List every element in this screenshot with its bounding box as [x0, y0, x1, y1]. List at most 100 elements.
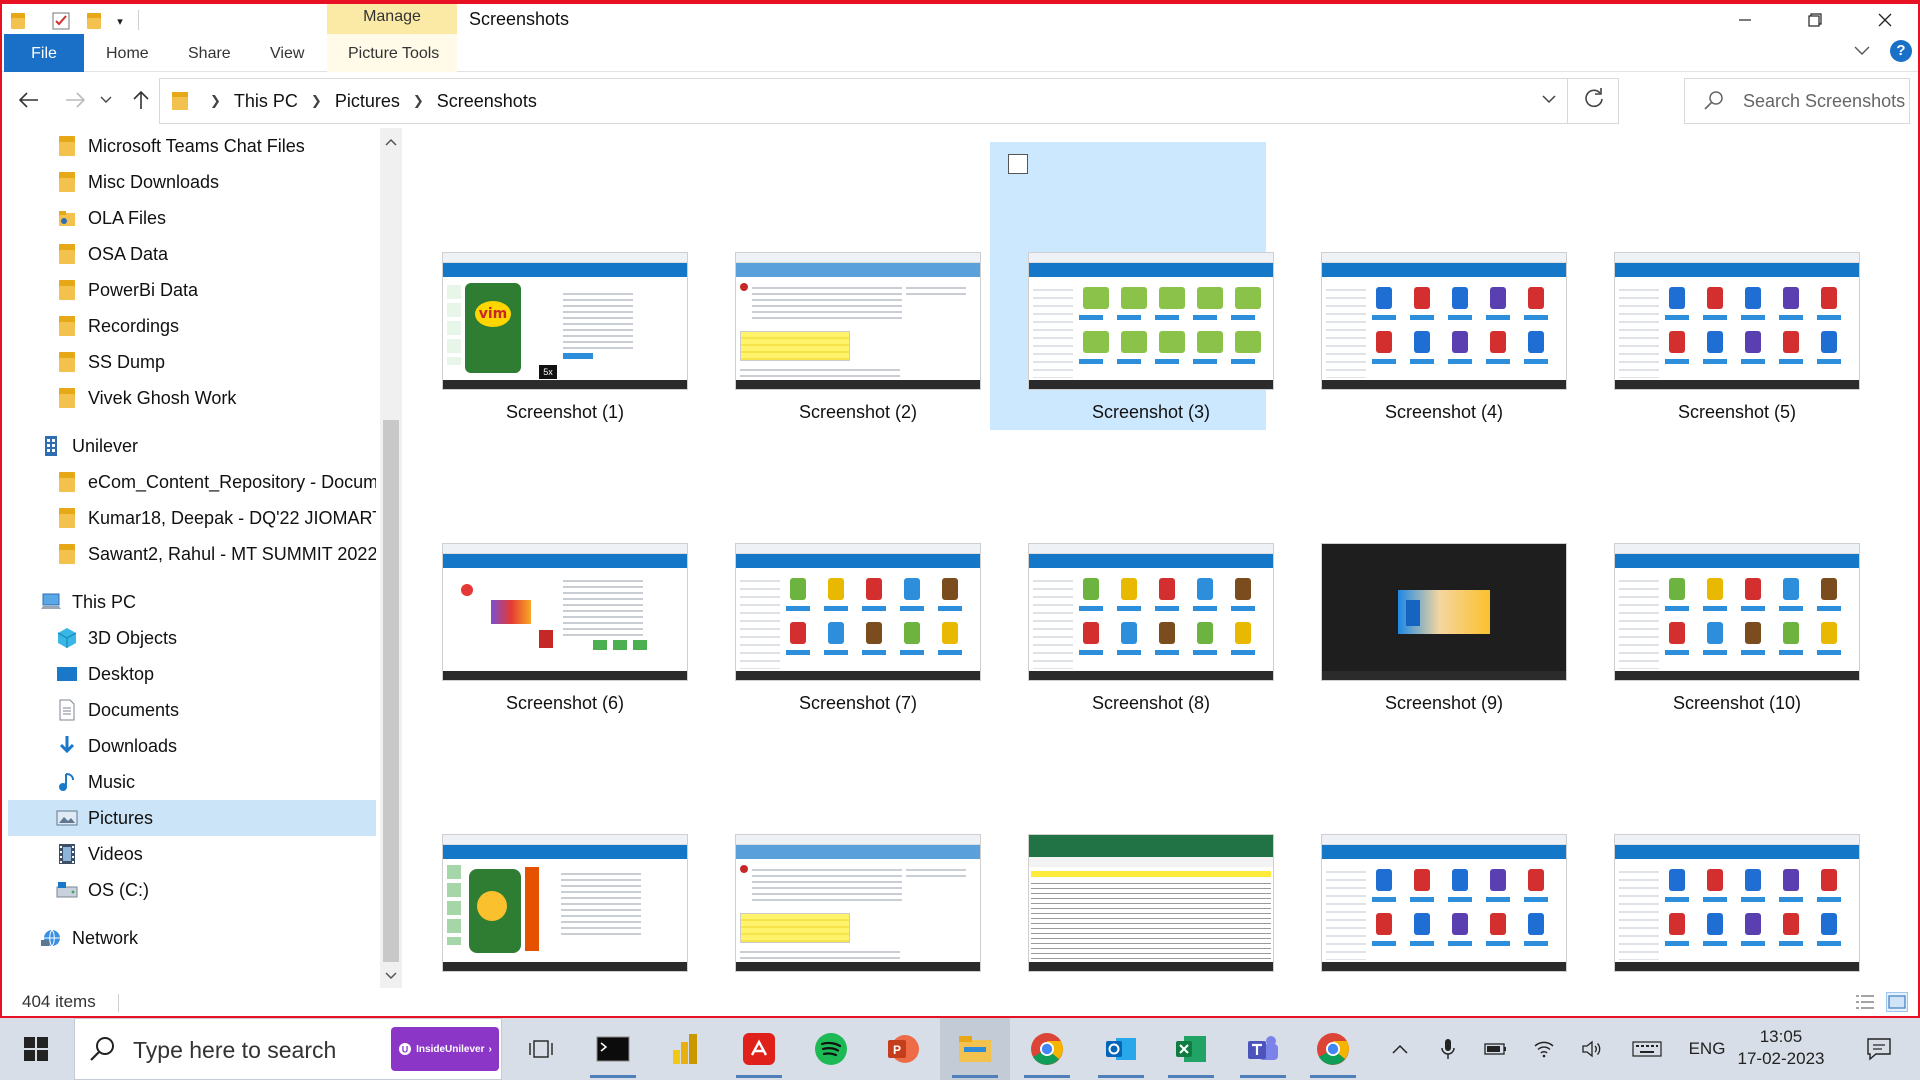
nav-item-osa-data[interactable]: OSA Data [8, 236, 376, 272]
file-name[interactable]: Screenshot (4) [1321, 402, 1567, 423]
chevron-right-icon[interactable]: ❯ [413, 93, 424, 109]
microphone-icon[interactable] [1424, 1018, 1472, 1080]
terminal-icon[interactable] [578, 1018, 648, 1080]
nav-item-microsoft-teams-chat-files[interactable]: Microsoft Teams Chat Files [8, 128, 376, 164]
new-folder-icon[interactable] [84, 8, 104, 34]
nav-item-powerbi-data[interactable]: PowerBi Data [8, 272, 376, 308]
file-tile[interactable]: Screenshot (6) [404, 433, 688, 721]
tab-home[interactable]: Home [106, 34, 149, 72]
file-explorer-icon[interactable] [940, 1018, 1010, 1080]
tab-manage[interactable]: Manage [327, 4, 457, 34]
file-name[interactable]: Screenshot (9) [1321, 693, 1567, 714]
file-tile[interactable]: Screenshot (2) [697, 142, 981, 430]
excel-icon[interactable] [1156, 1018, 1226, 1080]
keyboard-icon[interactable] [1616, 1018, 1678, 1080]
nav-item-documents[interactable]: Documents [8, 692, 376, 728]
outlook-icon[interactable] [1086, 1018, 1156, 1080]
breadcrumb-screenshots[interactable]: Screenshots [437, 91, 537, 112]
file-name[interactable]: Screenshot (2) [735, 402, 981, 423]
clock[interactable]: 13:05 17-02-2023 [1716, 1026, 1846, 1070]
file-name[interactable]: Screenshot (1) [442, 402, 688, 423]
taskbar-search[interactable]: Type here to search U InsideUnilever › [74, 1018, 502, 1080]
recent-locations-button[interactable] [96, 84, 116, 116]
spotify-icon[interactable] [796, 1018, 866, 1080]
minimize-button[interactable] [1710, 4, 1780, 36]
customize-toolbar-icon[interactable]: ▾ [110, 8, 130, 34]
nav-item-this-pc[interactable]: This PC [8, 584, 376, 620]
file-tile[interactable] [404, 724, 688, 988]
scrollbar-thumb[interactable] [383, 420, 399, 962]
breadcrumb-this-pc[interactable]: This PC [234, 91, 298, 112]
nav-item-ecom-content-repository-documents[interactable]: eCom_Content_Repository - Documents [8, 464, 376, 500]
file-tile[interactable]: vim 5x Screenshot (1) [404, 142, 688, 430]
teams-icon[interactable] [1228, 1018, 1298, 1080]
nav-item-ss-dump[interactable]: SS Dump [8, 344, 376, 380]
nav-item-recordings[interactable]: Recordings [8, 308, 376, 344]
nav-item-3d-objects[interactable]: 3D Objects [8, 620, 376, 656]
chevron-right-icon[interactable]: ❯ [210, 93, 221, 109]
notifications-icon[interactable] [1846, 1018, 1912, 1080]
nav-item-pictures[interactable]: Pictures [8, 800, 376, 836]
address-bar[interactable]: ❯ This PC ❯ Pictures ❯ Screenshots [159, 78, 1619, 124]
chevron-right-icon[interactable]: ❯ [311, 93, 322, 109]
nav-item-desktop[interactable]: Desktop [8, 656, 376, 692]
file-name[interactable]: Screenshot (7) [735, 693, 981, 714]
file-tile[interactable] [1283, 724, 1567, 988]
restore-button[interactable] [1780, 4, 1850, 36]
nav-item-misc-downloads[interactable]: Misc Downloads [8, 164, 376, 200]
chevron-up-icon[interactable] [1376, 1018, 1424, 1080]
search-box[interactable]: Search Screenshots [1684, 78, 1910, 124]
back-button[interactable] [14, 84, 44, 116]
file-tile[interactable] [1576, 724, 1860, 988]
nav-item-videos[interactable]: Videos [8, 836, 376, 872]
refresh-icon[interactable] [1584, 87, 1604, 115]
up-button[interactable] [126, 84, 156, 116]
details-view-icon[interactable] [1854, 992, 1876, 1012]
file-tile[interactable]: Screenshot (4) [1283, 142, 1567, 430]
volume-icon[interactable] [1568, 1018, 1616, 1080]
file-tile[interactable] [697, 724, 981, 988]
start-button[interactable] [0, 1018, 72, 1080]
inside-unilever-badge[interactable]: U InsideUnilever › [391, 1027, 499, 1071]
powerbi-icon[interactable] [650, 1018, 720, 1080]
nav-item-unilever[interactable]: Unilever [8, 428, 376, 464]
powerpoint-icon[interactable]: P [868, 1018, 938, 1080]
breadcrumb-pictures[interactable]: Pictures [335, 91, 400, 112]
expand-ribbon-icon[interactable] [1854, 46, 1870, 56]
nav-item-ola-files[interactable]: OLA Files [8, 200, 376, 236]
file-name[interactable]: Screenshot (8) [1028, 693, 1274, 714]
file-name[interactable]: Screenshot (10) [1614, 693, 1860, 714]
file-tile[interactable]: Screenshot (7) [697, 433, 981, 721]
forward-button[interactable] [60, 84, 90, 116]
tab-file[interactable]: File [4, 34, 84, 72]
large-icons-view-icon[interactable] [1886, 992, 1908, 1012]
wifi-icon[interactable] [1520, 1018, 1568, 1080]
chrome-icon[interactable] [1012, 1018, 1082, 1080]
scroll-up-icon[interactable] [380, 130, 402, 152]
file-tile[interactable]: Screenshot (3) [990, 142, 1274, 430]
navigation-scrollbar[interactable] [380, 128, 402, 988]
file-tile[interactable]: Screenshot (9) [1283, 433, 1567, 721]
close-button[interactable] [1850, 4, 1918, 36]
address-dropdown-icon[interactable] [1542, 91, 1556, 108]
file-name[interactable]: Screenshot (5) [1614, 402, 1860, 423]
task-view-icon[interactable] [506, 1018, 576, 1080]
chrome-icon[interactable] [1298, 1018, 1368, 1080]
nav-item-sawant2-rahul-mt-summit-2022[interactable]: Sawant2, Rahul - MT SUMMIT 2022 [8, 536, 376, 572]
file-tile[interactable]: Screenshot (10) [1576, 433, 1860, 721]
selection-checkbox[interactable] [1008, 154, 1028, 174]
nav-item-music[interactable]: Music [8, 764, 376, 800]
scroll-down-icon[interactable] [380, 964, 402, 986]
tab-view[interactable]: View [270, 34, 304, 72]
tab-share[interactable]: Share [188, 34, 231, 72]
acrobat-icon[interactable] [724, 1018, 794, 1080]
nav-item-downloads[interactable]: Downloads [8, 728, 376, 764]
battery-icon[interactable] [1472, 1018, 1520, 1080]
tab-picture-tools[interactable]: Picture Tools [348, 34, 439, 72]
file-name[interactable]: Screenshot (6) [442, 693, 688, 714]
help-icon[interactable]: ? [1890, 40, 1912, 62]
file-tile[interactable] [990, 724, 1274, 988]
nav-item-network[interactable]: Network [8, 920, 376, 956]
file-tile[interactable]: Screenshot (5) [1576, 142, 1860, 430]
nav-item-kumar18-deepak-dq-22-jiomart-scorecard[interactable]: Kumar18, Deepak - DQ'22 JIOMART SCORECAR… [8, 500, 376, 536]
